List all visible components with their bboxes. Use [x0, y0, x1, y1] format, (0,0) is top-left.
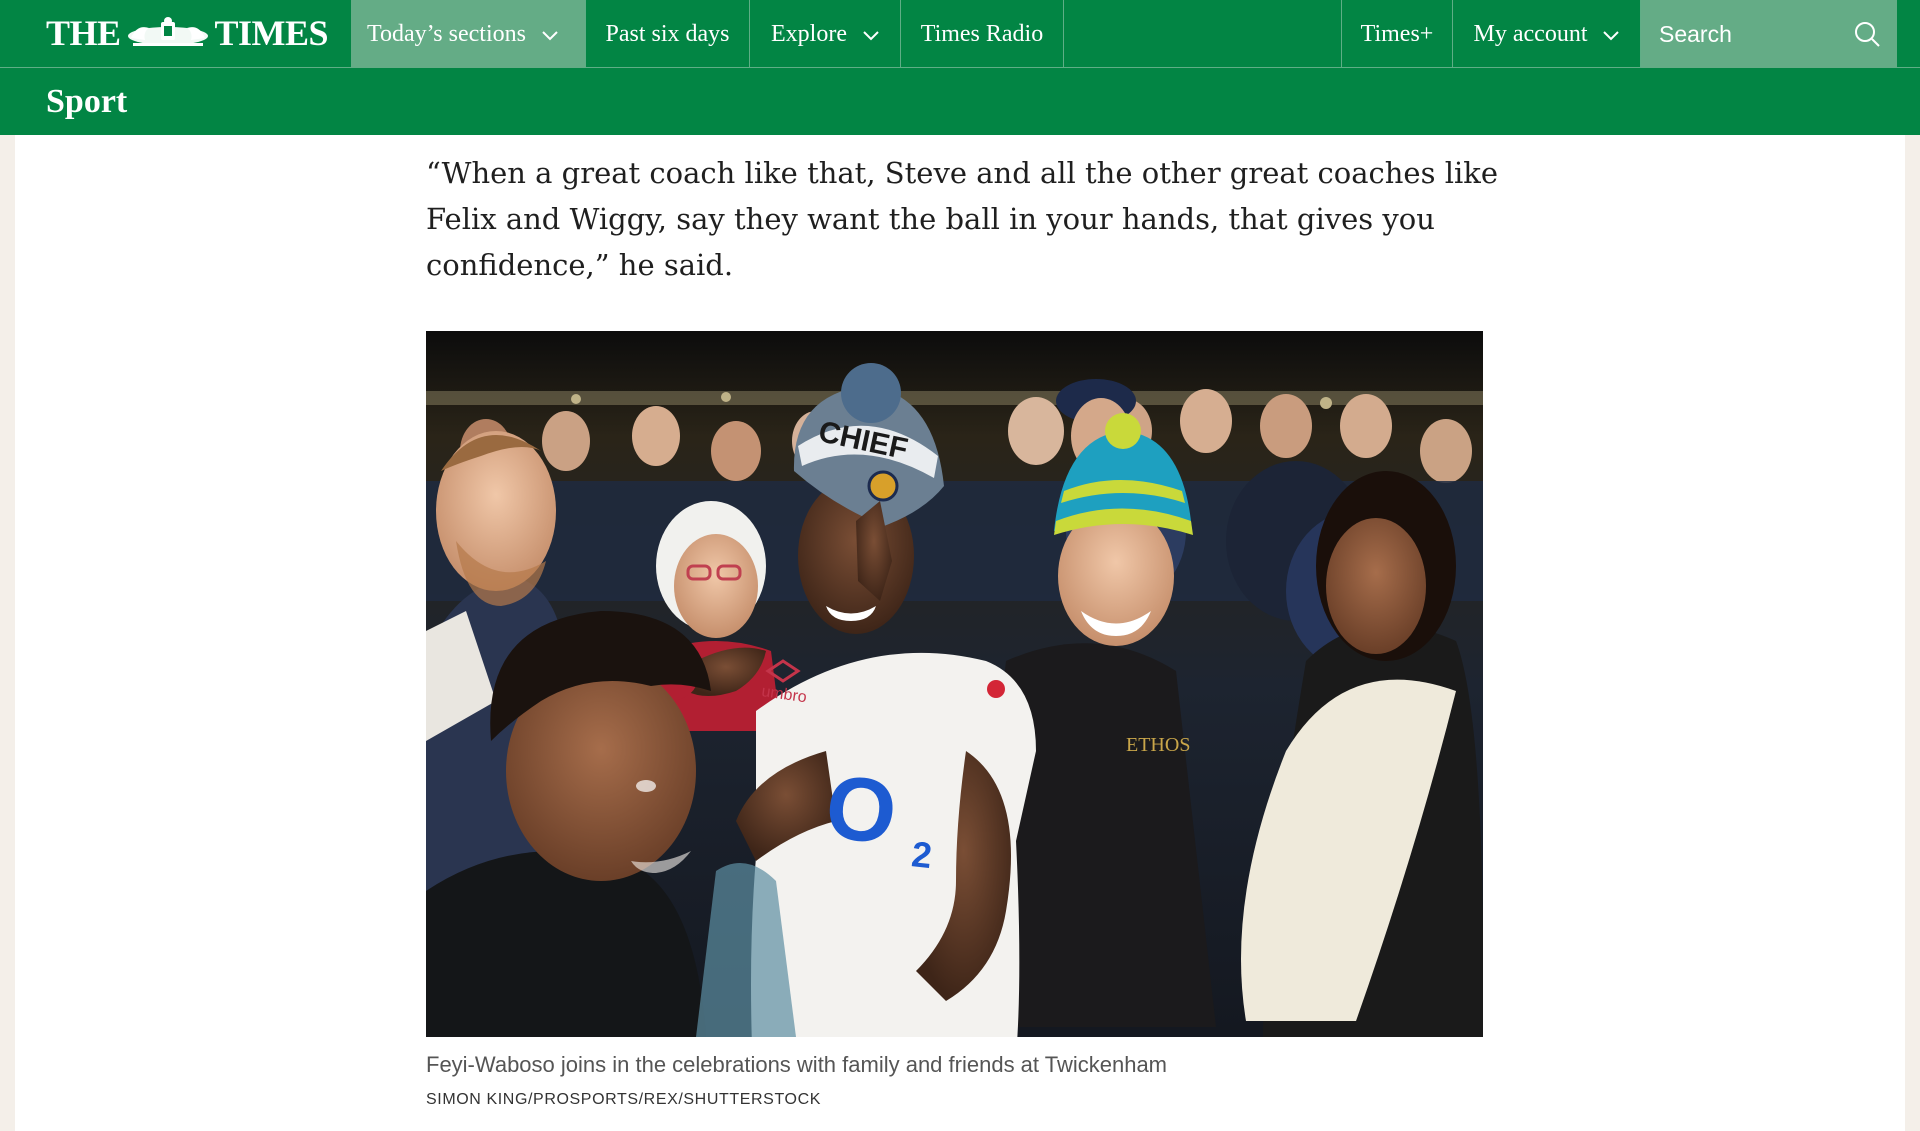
article-body: “When a great coach like that, Steve and… — [15, 135, 1905, 1131]
section-title[interactable]: Sport — [46, 83, 127, 121]
photo-caption: Feyi-Waboso joins in the celebrations wi… — [426, 1052, 1168, 1077]
nav-todays-sections-label: Today’s sections — [367, 20, 526, 47]
times-logo[interactable]: THE TIMES — [46, 12, 329, 54]
search-icon — [1855, 22, 1880, 47]
chevron-down-icon — [1603, 31, 1620, 41]
nav-todays-sections[interactable]: Today’s sections — [351, 0, 586, 68]
nav-times-radio[interactable]: Times Radio — [901, 0, 1064, 68]
logo-times: TIMES — [214, 13, 329, 53]
search-placeholder: Search — [1659, 20, 1732, 47]
article-photo: ETHOS CHIEF umbro O 2 — [426, 331, 1483, 1037]
nav-past-six-days[interactable]: Past six days — [586, 0, 750, 68]
nav-explore-label: Explore — [771, 20, 847, 47]
nav-my-account[interactable]: My account — [1453, 0, 1641, 68]
top-navigation-bar: THE TIMES Today’s sections Past six days… — [0, 0, 1920, 68]
royal-crest-icon — [127, 17, 208, 46]
nav-my-account-label: My account — [1473, 20, 1588, 47]
search-button[interactable]: Search — [1641, 0, 1897, 68]
nav-times-radio-label: Times Radio — [920, 20, 1044, 47]
nav-explore[interactable]: Explore — [750, 0, 901, 68]
logo-the: THE — [46, 13, 121, 53]
article-paragraph: “When a great coach like that, Steve and… — [426, 156, 1498, 282]
nav-past-six-days-label: Past six days — [605, 20, 730, 47]
nav-times-plus[interactable]: Times+ — [1341, 0, 1453, 68]
chevron-down-icon — [863, 31, 879, 41]
section-bar: Sport — [0, 68, 1920, 135]
chevron-down-icon — [542, 31, 558, 41]
jersey-sponsor-text: O — [821, 757, 901, 864]
celebration-photo: ETHOS CHIEF umbro O 2 — [426, 331, 1483, 1037]
nav-times-plus-label: Times+ — [1360, 20, 1434, 47]
photo-credit: SIMON KING/PROSPORTS/REX/SHUTTERSTOCK — [426, 1091, 821, 1108]
jersey-sponsor-sub-text: 2 — [910, 833, 934, 876]
jacket-text: ETHOS — [1126, 734, 1190, 756]
